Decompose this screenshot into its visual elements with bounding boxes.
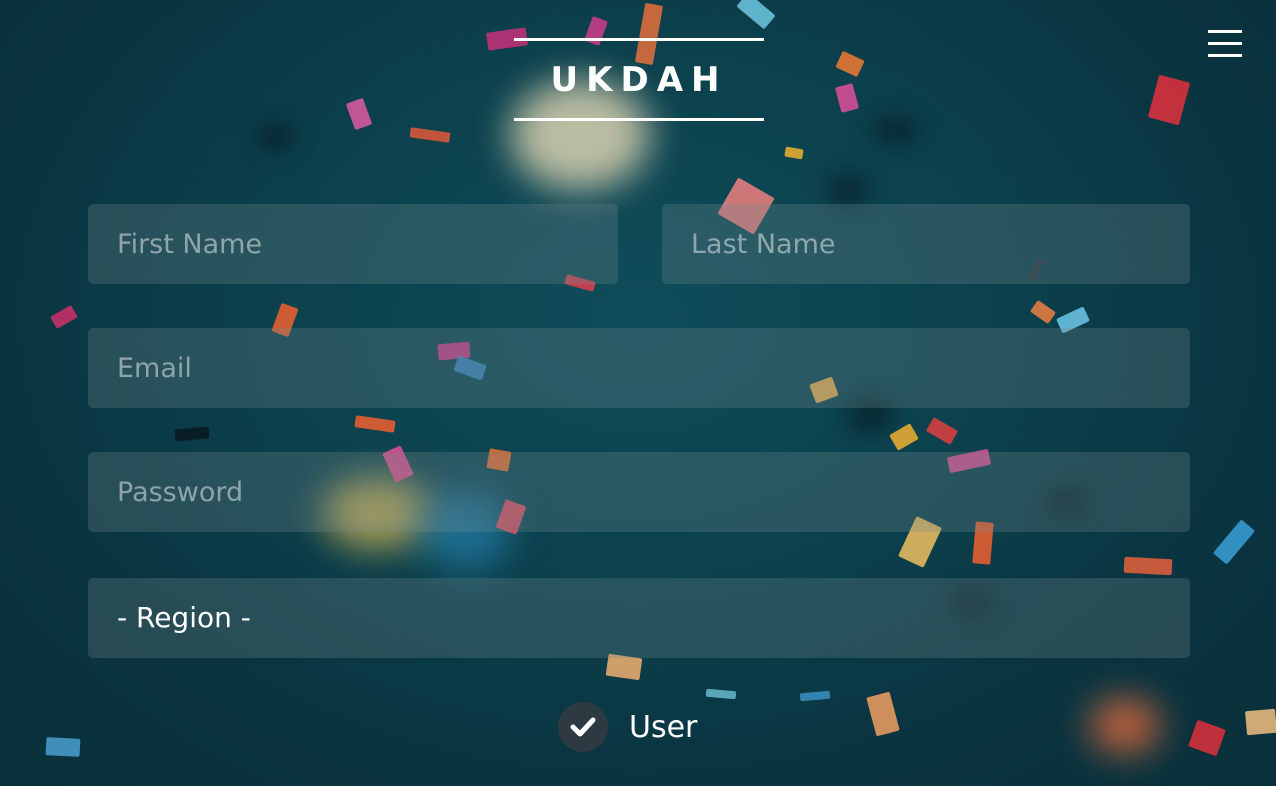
confetti-piece [866, 691, 900, 737]
checkmark-icon[interactable] [558, 702, 608, 752]
background-blob [825, 172, 870, 207]
confetti-piece [799, 690, 831, 702]
background-blob [255, 122, 295, 152]
confetti-piece [45, 737, 81, 757]
confetti-piece [354, 415, 396, 433]
confetti-piece [925, 417, 959, 445]
logo-top-rule [514, 38, 764, 41]
confetti-piece [409, 127, 451, 143]
region-select-value: - Region - [117, 601, 251, 634]
confetti-piece [1212, 519, 1256, 565]
email-input[interactable] [88, 328, 1190, 408]
user-checkbox-label: User [629, 709, 698, 745]
logo-text: UKDAH [550, 60, 728, 100]
first-name-input[interactable] [88, 204, 618, 284]
last-name-input[interactable] [662, 204, 1190, 284]
password-input[interactable] [88, 452, 1190, 532]
confetti-piece [705, 688, 737, 700]
confetti-piece [834, 83, 860, 113]
background-blob [870, 115, 920, 145]
confetti-piece [50, 304, 78, 330]
confetti-piece [1123, 556, 1173, 576]
logo: UKDAH [514, 38, 764, 122]
confetti-piece [1029, 299, 1057, 325]
confetti-piece [736, 0, 776, 30]
confetti-piece [784, 146, 804, 160]
hamburger-menu-icon[interactable] [1208, 28, 1242, 60]
user-checkbox[interactable]: User [558, 702, 697, 752]
confetti-piece [835, 50, 865, 78]
confetti-piece [1188, 719, 1226, 757]
confetti-piece [1245, 708, 1276, 736]
confetti-piece [1147, 74, 1191, 126]
confetti-piece [889, 423, 919, 451]
confetti-piece [345, 97, 373, 131]
region-select[interactable]: - Region - [88, 578, 1190, 658]
background-bokeh-orange [1090, 698, 1160, 753]
confetti-piece [174, 426, 210, 442]
logo-bottom-rule [514, 118, 764, 121]
